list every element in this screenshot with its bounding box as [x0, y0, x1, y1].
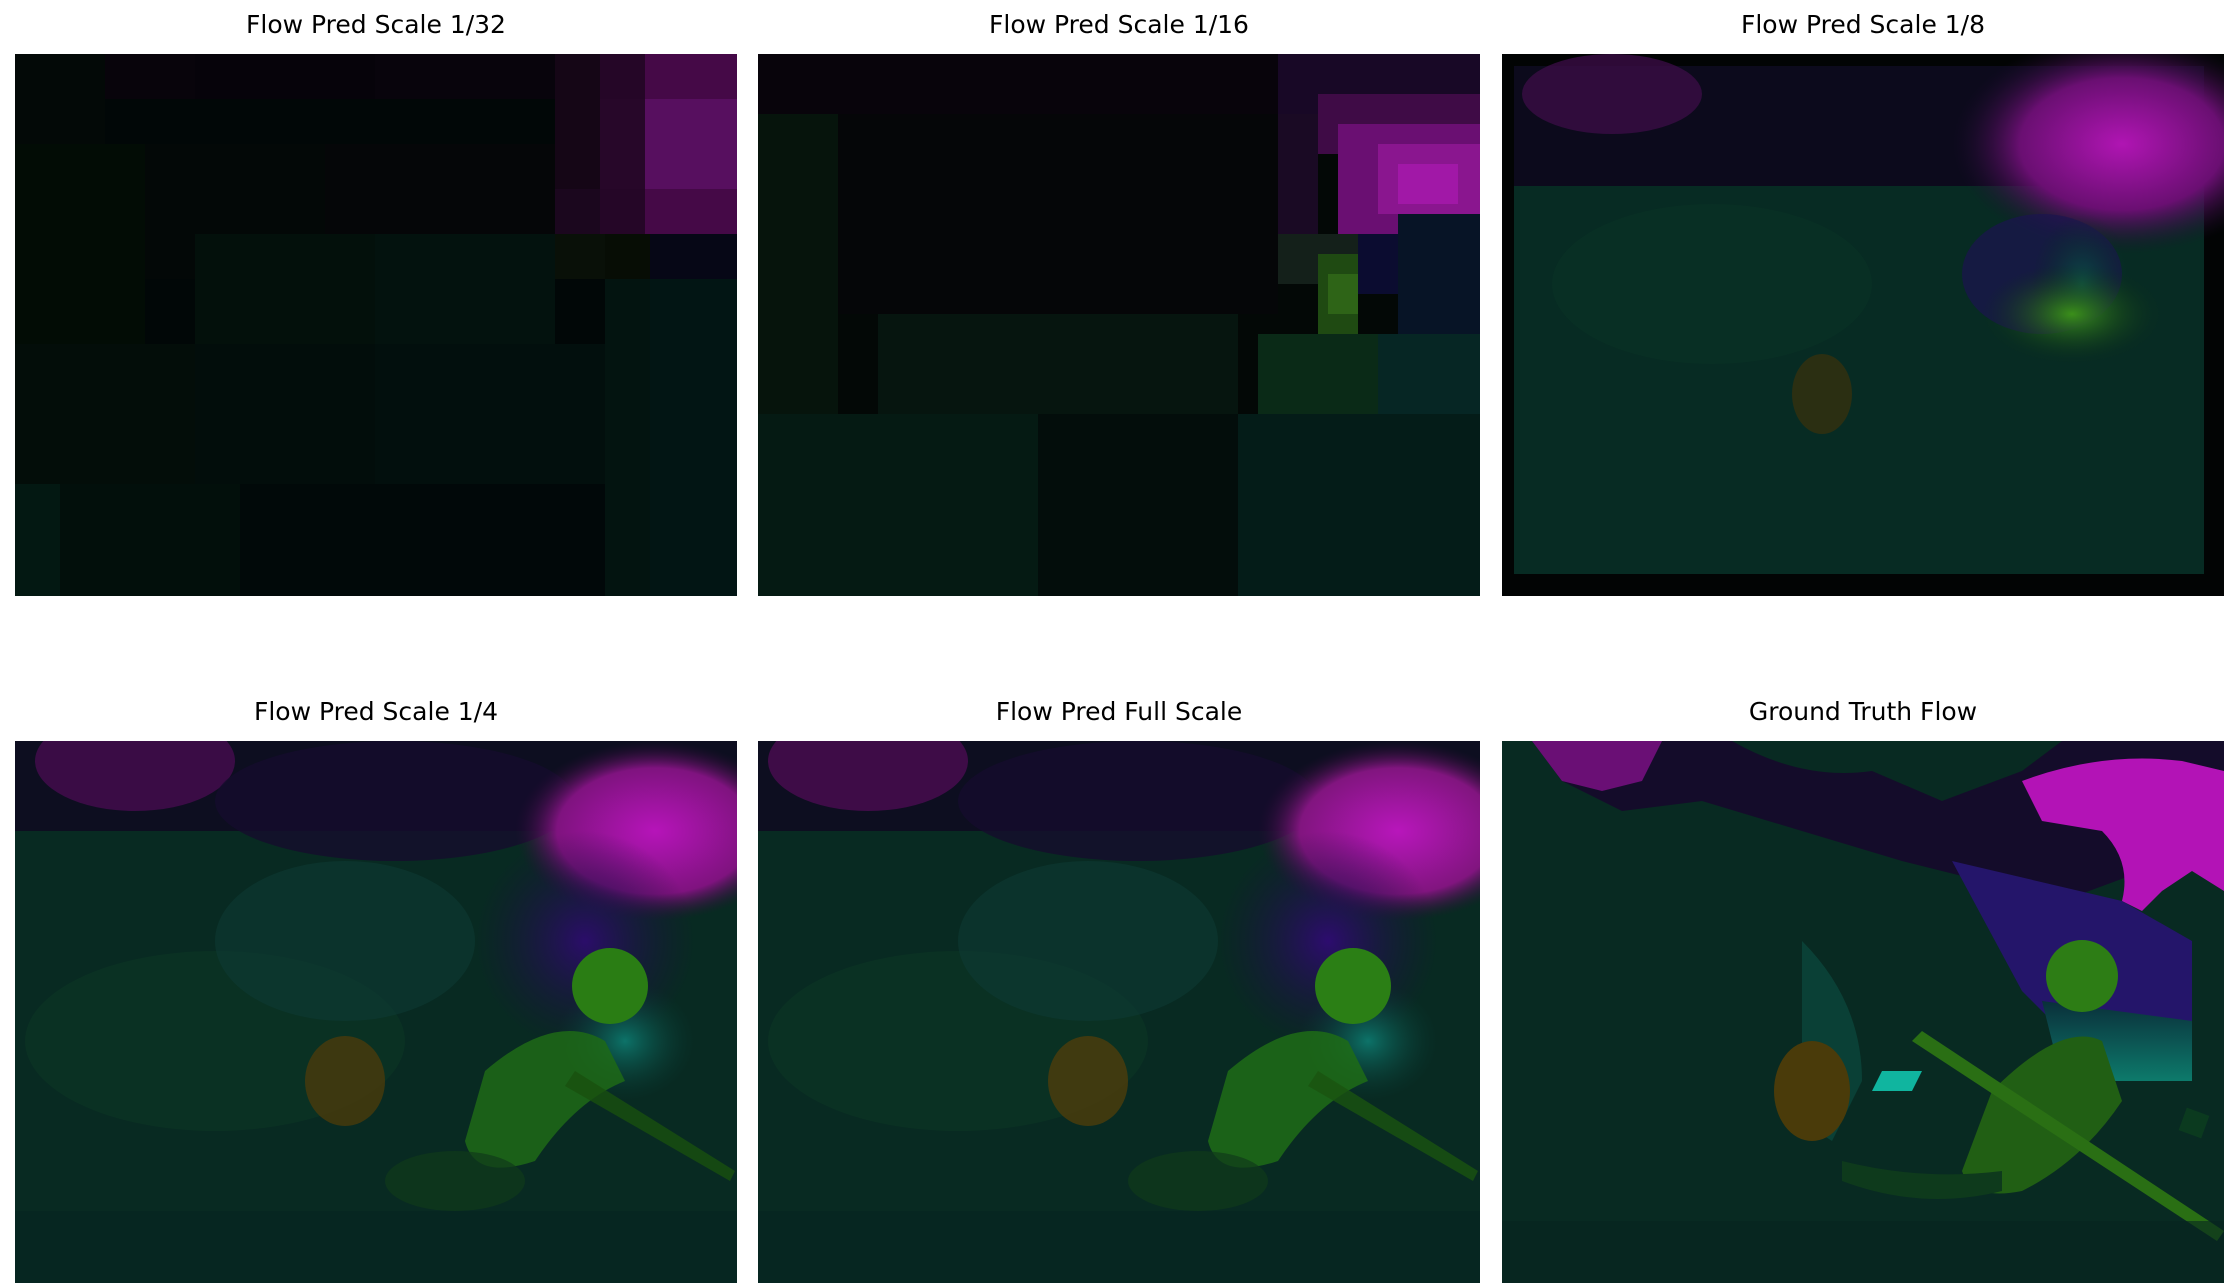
panel-title: Flow Pred Scale 1/8: [1740, 10, 1986, 39]
panel-title: Flow Pred Scale 1/32: [246, 10, 506, 39]
flow-image-scale-1-32: [15, 54, 737, 596]
flow-image-scale-1-4: [15, 741, 737, 1283]
flow-image-ground-truth: [1502, 741, 2224, 1283]
flow-image-scale-1-8: [1502, 54, 2224, 596]
figure: Flow Pred Scale 1/32 Flow Pred Scale 1/1…: [0, 0, 2235, 1286]
panel-title: Flow Pred Full Scale: [995, 697, 1243, 726]
flow-image-full-scale: [758, 741, 1480, 1283]
panel-title: Flow Pred Scale 1/16: [989, 10, 1249, 39]
panel-title: Flow Pred Scale 1/4: [253, 697, 499, 726]
panel-title: Ground Truth Flow: [1748, 697, 1978, 726]
flow-image-scale-1-16: [758, 54, 1480, 596]
